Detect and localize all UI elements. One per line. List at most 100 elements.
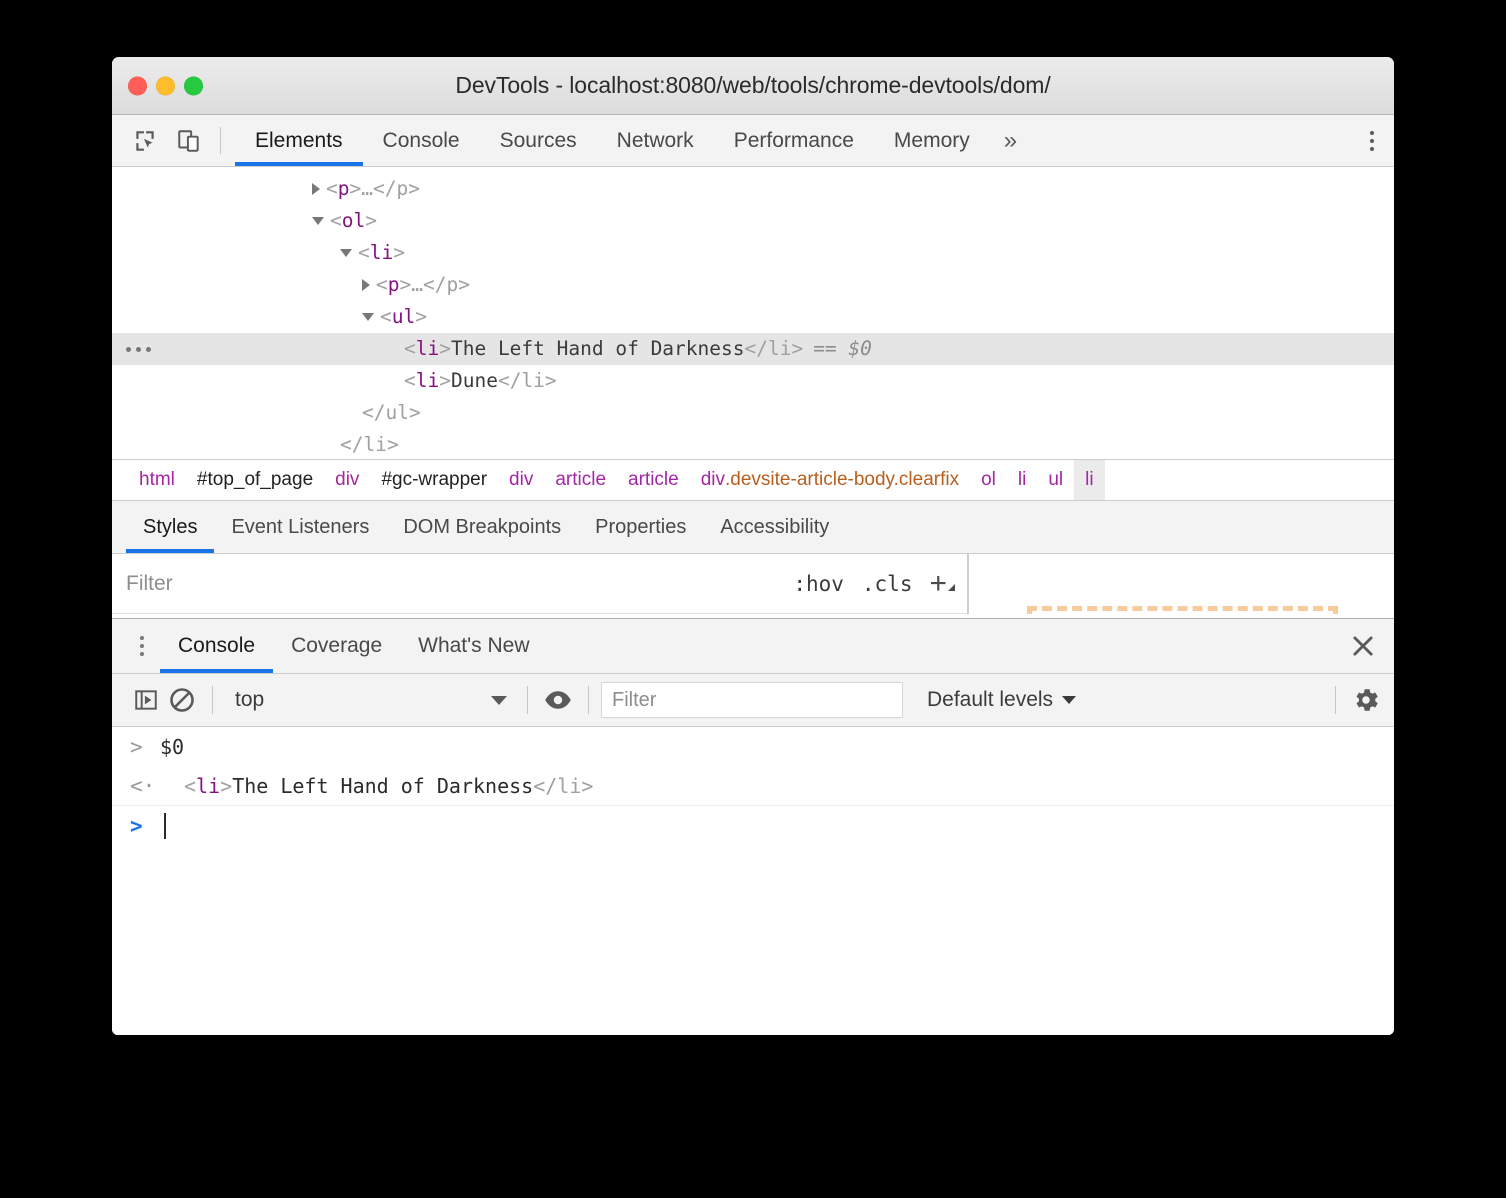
- console-result[interactable]: <· <li>The Left Hand of Darkness</li>: [112, 766, 1394, 806]
- window-titlebar: DevTools - localhost:8080/web/tools/chro…: [112, 57, 1394, 115]
- console-prompt[interactable]: >: [112, 806, 1394, 845]
- styles-pane-left: Filter :hov .cls +: [112, 554, 968, 614]
- dom-node-ol[interactable]: < ol >: [112, 205, 1394, 237]
- dom-tag-name: p: [337, 177, 350, 200]
- zoom-window-button[interactable]: [184, 76, 203, 95]
- twisty-collapsed-icon[interactable]: [362, 279, 370, 291]
- dom-node-li-close[interactable]: </li>: [112, 429, 1394, 459]
- panel-tabs: Elements Console Sources Network Perform…: [235, 115, 1031, 166]
- breadcrumb-item-ol[interactable]: ol: [970, 460, 1007, 500]
- styles-pane: Filter :hov .cls +: [112, 554, 1394, 614]
- breadcrumb-item-article-2[interactable]: article: [617, 460, 690, 500]
- breadcrumb-item-article-1[interactable]: article: [544, 460, 617, 500]
- dom-node-li-dune[interactable]: < li > Dune </li>: [112, 365, 1394, 397]
- tab-console[interactable]: Console: [363, 115, 480, 166]
- console-toolbar-divider-4: [1335, 686, 1336, 714]
- console-command[interactable]: > $0: [112, 727, 1394, 766]
- drawer-tab-whats-new-label: What's New: [418, 634, 530, 657]
- tab-sources[interactable]: Sources: [480, 115, 597, 166]
- devtools-window: DevTools - localhost:8080/web/tools/chro…: [112, 57, 1394, 1035]
- console-result-close-tag: </li>: [533, 773, 594, 798]
- tab-event-listeners-label: Event Listeners: [231, 515, 370, 538]
- styles-filter-input[interactable]: Filter: [112, 554, 785, 614]
- dom-tree-panel[interactable]: < p >… </p> < ol > < li > < p >… </p> < ul > < li > The…: [112, 167, 1394, 459]
- inspect-element-icon[interactable]: [130, 126, 160, 156]
- console-context-value: top: [235, 688, 265, 711]
- toolbar-right-group: [1319, 115, 1394, 166]
- tab-event-listeners[interactable]: Event Listeners: [214, 501, 386, 553]
- breadcrumb-item-article-body[interactable]: div .devsite-article-body.clearfix: [690, 460, 970, 500]
- dom-node-li-outer[interactable]: < li >: [112, 237, 1394, 269]
- breadcrumb-tag: div: [700, 469, 726, 490]
- dom-node-ul-close[interactable]: </ul>: [112, 397, 1394, 429]
- tab-dom-breakpoints-label: DOM Breakpoints: [403, 515, 562, 538]
- console-sidebar-icon[interactable]: [128, 682, 164, 718]
- window-title: DevTools - localhost:8080/web/tools/chro…: [455, 72, 1051, 98]
- element-classes-button[interactable]: .cls: [853, 572, 922, 596]
- toggle-element-state-button[interactable]: :hov: [784, 572, 853, 596]
- node-badge-ellipsis-icon[interactable]: [126, 333, 151, 365]
- gear-icon[interactable]: [1348, 682, 1384, 718]
- tab-properties[interactable]: Properties: [578, 501, 703, 553]
- dom-node-li-selected[interactable]: < li > The Left Hand of Darkness </li> == $0: [112, 333, 1394, 365]
- main-menu-kebab-icon[interactable]: [1350, 115, 1394, 166]
- chevron-down-icon: [1062, 696, 1077, 704]
- breadcrumb-item-ul[interactable]: ul: [1037, 460, 1074, 500]
- dom-node-p-2[interactable]: < p >… </p>: [112, 269, 1394, 301]
- drawer-tab-coverage[interactable]: Coverage: [273, 619, 400, 673]
- live-expression-eye-icon[interactable]: [540, 682, 576, 718]
- tab-network[interactable]: Network: [597, 115, 714, 166]
- console-filter-input[interactable]: Filter: [601, 682, 903, 718]
- tab-network-label: Network: [616, 128, 694, 152]
- tab-performance[interactable]: Performance: [714, 115, 874, 166]
- tab-dom-breakpoints[interactable]: DOM Breakpoints: [386, 501, 578, 553]
- new-style-rule-button[interactable]: +: [921, 567, 959, 601]
- tab-accessibility[interactable]: Accessibility: [703, 501, 846, 553]
- drawer-tab-console[interactable]: Console: [160, 619, 274, 673]
- breadcrumb-item-top-of-page[interactable]: #top_of_page: [186, 460, 324, 500]
- clear-console-icon[interactable]: [164, 682, 200, 718]
- dom-close-tag: </p>: [423, 273, 470, 296]
- twisty-collapsed-icon[interactable]: [312, 183, 320, 195]
- close-icon[interactable]: [1332, 619, 1394, 673]
- drawer-tab-whats-new[interactable]: What's New: [400, 619, 547, 673]
- console-toolbar: top Filter Default levels: [112, 674, 1394, 727]
- drawer-kebab-menu-icon[interactable]: [124, 619, 160, 673]
- console-context-selector[interactable]: top: [225, 688, 515, 712]
- console-log-levels-dropdown[interactable]: Default levels: [927, 688, 1077, 712]
- breadcrumb-item-gc-wrapper[interactable]: #gc-wrapper: [370, 460, 498, 500]
- twisty-expanded-icon[interactable]: [362, 313, 374, 321]
- close-window-button[interactable]: [128, 76, 147, 95]
- breadcrumb-item-div-2[interactable]: div: [498, 460, 544, 500]
- dom-tag-name: ol: [341, 209, 366, 232]
- console-toolbar-divider-3: [588, 686, 589, 714]
- twisty-expanded-icon[interactable]: [340, 249, 352, 257]
- breadcrumb[interactable]: html #top_of_page div #gc-wrapper div ar…: [112, 459, 1394, 501]
- window-controls: [128, 76, 203, 95]
- tab-elements[interactable]: Elements: [235, 115, 363, 166]
- tab-styles[interactable]: Styles: [126, 501, 215, 553]
- more-tabs-button[interactable]: »: [990, 115, 1031, 166]
- console-messages[interactable]: > $0 <· <li>The Left Hand of Darkness</l…: [112, 727, 1394, 1035]
- dom-close-tag: </ul>: [362, 401, 421, 424]
- device-toolbar-icon[interactable]: [174, 126, 204, 156]
- breadcrumb-item-html[interactable]: html: [128, 460, 186, 500]
- breadcrumb-item-li-selected[interactable]: li: [1074, 460, 1105, 500]
- twisty-expanded-icon[interactable]: [312, 217, 324, 225]
- tab-elements-label: Elements: [255, 128, 343, 152]
- dom-tag-name: li: [415, 369, 440, 392]
- devtools-toolbar: Elements Console Sources Network Perform…: [112, 115, 1394, 167]
- console-result-text: <li>The Left Hand of Darkness</li>: [184, 773, 594, 798]
- tab-styles-label: Styles: [143, 515, 198, 538]
- dom-node-p-1[interactable]: < p >… </p>: [112, 173, 1394, 205]
- tab-memory[interactable]: Memory: [874, 115, 990, 166]
- breadcrumb-item-li-1[interactable]: li: [1007, 460, 1037, 500]
- console-input-arrow-icon: >: [130, 734, 143, 759]
- elements-sidebar-tabs: Styles Event Listeners DOM Breakpoints P…: [112, 501, 1394, 554]
- dom-close-tag: </p>: [373, 177, 420, 200]
- box-model-margin-box: [1027, 606, 1338, 614]
- dom-tag-name: p: [387, 273, 400, 296]
- minimize-window-button[interactable]: [156, 76, 175, 95]
- dom-node-ul[interactable]: < ul >: [112, 301, 1394, 333]
- breadcrumb-item-div-1[interactable]: div: [324, 460, 370, 500]
